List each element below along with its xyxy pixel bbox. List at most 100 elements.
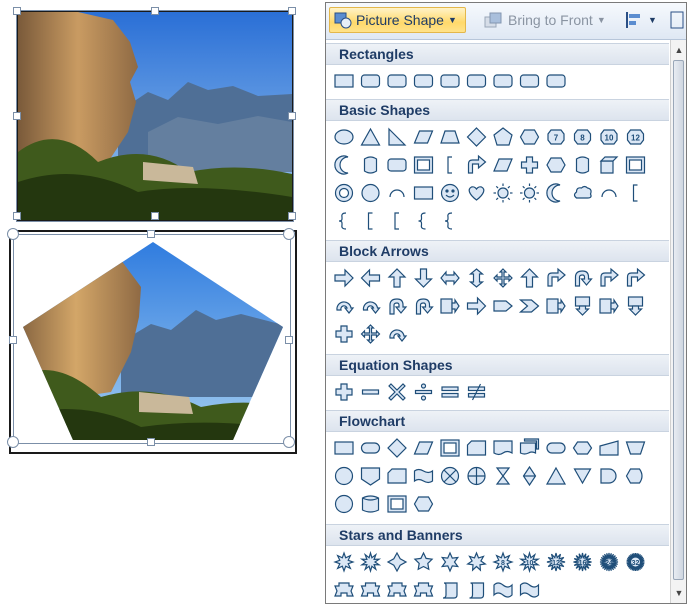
basic-can-shape[interactable] — [575, 156, 590, 174]
arrow-callout2-shape[interactable] — [627, 296, 644, 316]
flowchart-sort-shape[interactable] — [522, 465, 537, 487]
rect-rrect-shape[interactable] — [493, 74, 513, 88]
basic-bracket-shape[interactable] — [632, 184, 638, 202]
star-banner-shape[interactable] — [413, 582, 434, 597]
basic-para-shape[interactable] — [493, 158, 513, 172]
basic-arc-shape[interactable] — [601, 189, 617, 198]
arrow-arrowR-shape[interactable] — [334, 268, 354, 288]
flowchart-hex-shape[interactable] — [413, 496, 434, 512]
flowchart-rect-shape[interactable] — [334, 441, 354, 455]
flowchart-drum-shape[interactable] — [361, 495, 380, 513]
arrow-callout-shape[interactable] — [599, 298, 619, 314]
basic-can-shape[interactable] — [363, 156, 378, 174]
basic-bracket-shape[interactable] — [447, 156, 452, 174]
flowchart-circ-shape[interactable] — [334, 466, 354, 486]
arrow-bent-shape[interactable] — [600, 267, 619, 287]
star-banner-shape[interactable] — [360, 582, 381, 597]
rect-rrect-shape[interactable] — [360, 74, 381, 88]
flowchart-display-shape[interactable] — [625, 468, 643, 484]
arrow-arrowR-shape[interactable] — [466, 296, 487, 316]
arrow-callout2-shape[interactable] — [574, 296, 591, 316]
star-star-shape[interactable] — [413, 551, 434, 571]
flowchart-delay-shape[interactable] — [600, 468, 617, 484]
star-star-shape[interactable]: 12 — [546, 552, 566, 572]
basic-cloud-shape[interactable] — [573, 185, 592, 199]
arrow-bent-shape[interactable] — [626, 267, 646, 287]
picture-shape-button[interactable]: Picture Shape ▼ — [329, 7, 466, 33]
flowchart-frame-shape[interactable] — [440, 439, 460, 457]
arrow-circArrow-shape[interactable] — [362, 301, 381, 314]
flowchart-doc-shape[interactable] — [493, 440, 513, 456]
basic-badge-shape[interactable]: 12 — [626, 129, 645, 145]
star-wave-shape[interactable] — [493, 582, 513, 598]
basic-para-shape[interactable] — [413, 130, 434, 144]
flowchart-merge-shape[interactable] — [573, 468, 592, 485]
basic-frame-shape[interactable] — [413, 156, 434, 174]
basic-badge-shape[interactable]: 10 — [600, 129, 618, 145]
flowchart-multidoc-shape[interactable] — [519, 438, 540, 455]
star-star-shape[interactable] — [333, 551, 355, 573]
arrow-uturn-shape[interactable] — [415, 298, 434, 315]
basic-badge-shape[interactable]: 7 — [547, 129, 565, 145]
star-star-shape[interactable] — [386, 551, 408, 573]
arrow-quad-shape[interactable] — [493, 268, 513, 288]
basic-badge-shape[interactable]: 8 — [573, 129, 592, 145]
rect-rrect-shape[interactable] — [546, 74, 566, 88]
basic-circ-shape[interactable] — [361, 183, 380, 203]
basic-rect-shape[interactable] — [413, 186, 434, 200]
star-star-shape[interactable]: 32 — [626, 552, 645, 572]
basic-oval-shape[interactable] — [334, 129, 354, 145]
basic-tri-shape[interactable] — [360, 127, 381, 146]
resize-handle-right[interactable] — [288, 112, 296, 120]
flowchart-offpg-shape[interactable] — [360, 467, 381, 486]
arrow-arrowU-shape[interactable] — [520, 268, 539, 288]
arrow-arrowD-shape[interactable] — [414, 268, 433, 288]
flowchart-orjn-shape[interactable] — [467, 466, 486, 486]
resize-handle-top[interactable] — [151, 7, 159, 15]
equation-minus-shape[interactable] — [361, 389, 380, 395]
arrow-circArrow-shape[interactable] — [336, 301, 355, 314]
equation-plus-shape[interactable] — [335, 383, 353, 401]
arrow-arrowU-shape[interactable] — [387, 268, 407, 288]
flowchart-sumjn-shape[interactable] — [440, 466, 460, 486]
resize-handle-bottom[interactable] — [151, 212, 159, 220]
basic-diamond-shape[interactable] — [466, 127, 487, 147]
arrow-arrowUD-shape[interactable] — [468, 268, 485, 288]
basic-brace-shape[interactable] — [444, 212, 453, 230]
basic-plus-shape[interactable] — [520, 156, 539, 174]
equation-mult-shape[interactable] — [388, 383, 406, 401]
resize-handle-top-right[interactable] — [288, 7, 296, 15]
basic-pent-shape[interactable] — [493, 127, 513, 146]
flowchart-term-shape[interactable] — [546, 442, 566, 454]
basic-brace-shape[interactable] — [338, 212, 347, 230]
star-banner-shape[interactable] — [387, 582, 407, 597]
flowchart-collate-shape[interactable] — [495, 467, 511, 485]
align-button[interactable]: ▼ — [624, 7, 664, 33]
rect-rrect-shape[interactable] — [440, 74, 460, 88]
star-wave-shape[interactable] — [519, 582, 540, 598]
basic-moon-shape[interactable] — [334, 155, 349, 175]
star-star-shape[interactable]: 24 — [599, 552, 619, 572]
basic-hex-shape[interactable] — [546, 157, 566, 173]
basic-frame-shape[interactable] — [625, 156, 646, 174]
scroll-up-arrow-icon[interactable]: ▲ — [671, 42, 686, 58]
star-star-shape[interactable] — [466, 551, 487, 572]
basic-bent-shape[interactable] — [467, 154, 487, 174]
arrow-arrowL-shape[interactable] — [360, 268, 381, 288]
resize-handle-bottom-left[interactable] — [13, 212, 21, 220]
scrollbar-thumb[interactable] — [673, 60, 684, 580]
basic-arc-shape[interactable] — [389, 189, 405, 198]
star-banner-shape[interactable] — [334, 582, 354, 597]
resize-handle-top-left[interactable] — [13, 7, 21, 15]
arrow-arrowLR-shape[interactable] — [440, 270, 460, 286]
flowchart-circ-shape[interactable] — [334, 494, 354, 514]
resize-handle-bottom[interactable] — [147, 438, 155, 446]
resize-handle-left[interactable] — [13, 112, 21, 120]
arrow-quad-shape[interactable] — [360, 324, 381, 344]
equation-div-shape[interactable] — [414, 383, 433, 401]
star-scroll-shape[interactable] — [442, 582, 458, 599]
resize-handle-bottom-right[interactable] — [288, 212, 296, 220]
arrow-plus-shape[interactable] — [335, 325, 353, 343]
bring-to-front-button[interactable]: Bring to Front ▼ — [481, 7, 621, 33]
basic-trap-shape[interactable] — [440, 130, 460, 144]
